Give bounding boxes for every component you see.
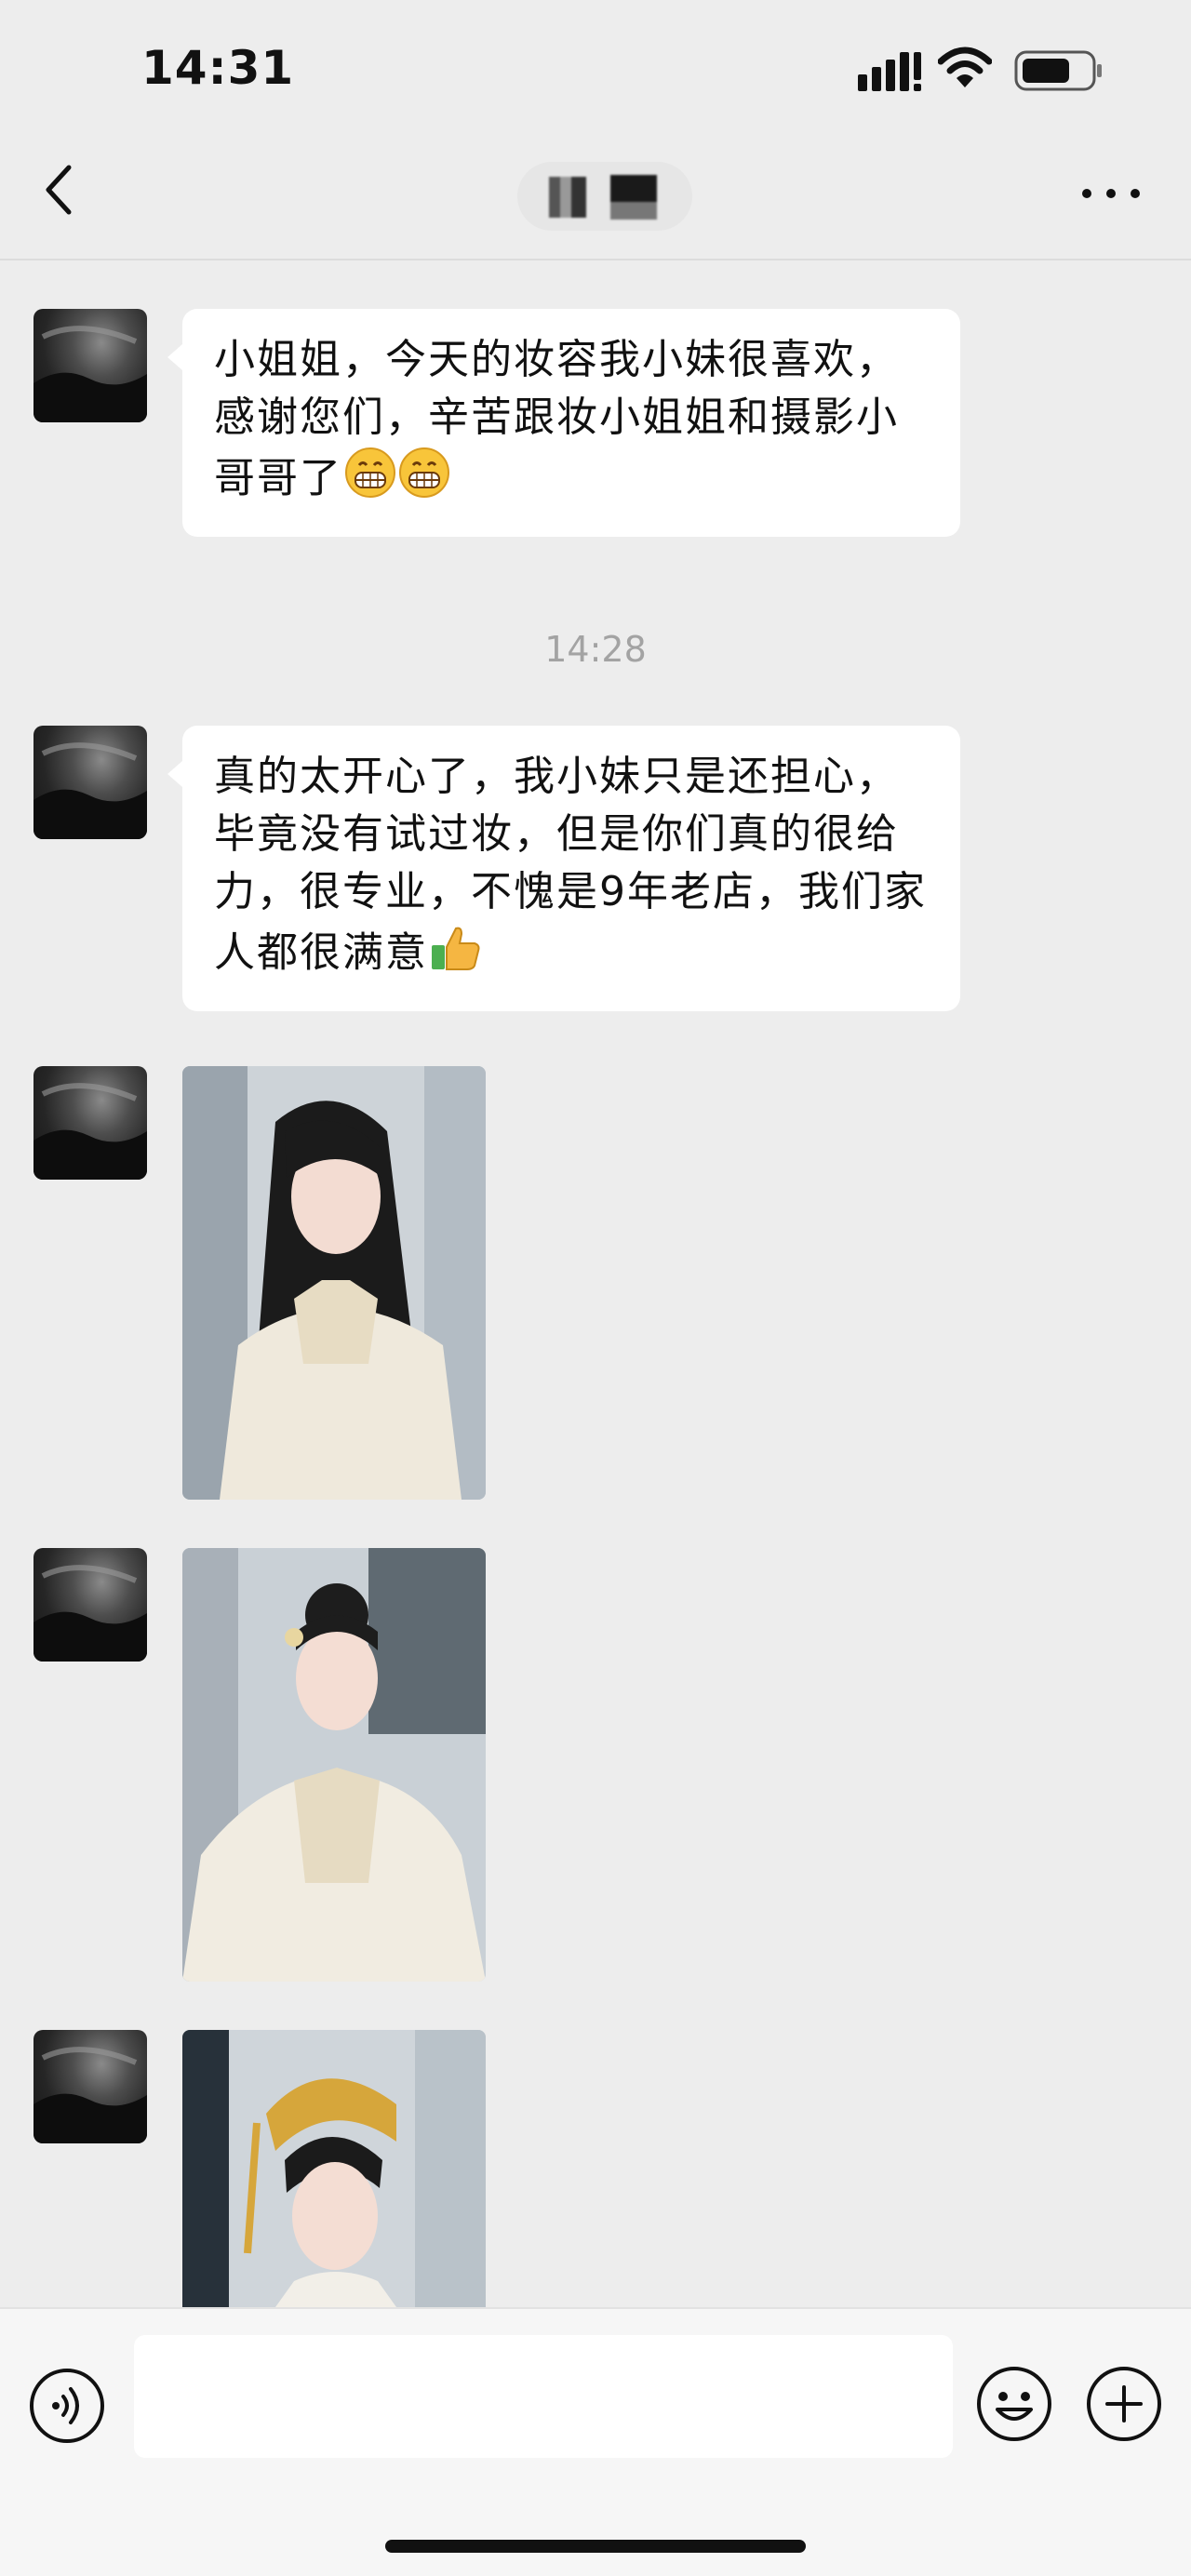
avatar[interactable]: [33, 309, 147, 422]
blurred-name-part: [549, 177, 586, 218]
home-indicator: [385, 2540, 806, 2553]
avatar[interactable]: [33, 1548, 147, 1662]
nav-divider: [0, 259, 1191, 260]
message-bubble[interactable]: 真的太开心了，我小妹只是还担心，毕竟没有试过妆，但是你们真的很给力，很专业，不愧…: [167, 726, 960, 1011]
image-message[interactable]: [182, 1066, 486, 1500]
thumbs-up-emoji-icon: [430, 921, 482, 989]
image-message[interactable]: [182, 2030, 486, 2307]
avatar[interactable]: [33, 1066, 147, 1180]
image-message[interactable]: [182, 1548, 486, 1982]
bride-photo: [182, 1066, 486, 1500]
grin-emoji-icon: [344, 447, 396, 514]
time-separator: 14:28: [544, 629, 647, 670]
blurred-name-part: [610, 175, 657, 220]
bride-photo: [182, 1548, 486, 1982]
avatar[interactable]: [33, 2030, 147, 2143]
message-text: 真的太开心了，我小妹只是还担心，毕竟没有试过妆，但是你们真的很给力，很专业，不愧…: [214, 753, 927, 977]
message-bubble[interactable]: 小姐姐，今天的妆容我小妹很喜欢，感谢您们，辛苦跟妆小姐姐和摄影小哥哥了: [167, 309, 960, 537]
smiley-icon[interactable]: [975, 2365, 1053, 2443]
grin-emoji-icon: [398, 447, 450, 514]
message-text: 小姐姐，今天的妆容我小妹很喜欢，感谢您们，辛苦跟妆小姐姐和摄影小哥哥了: [214, 336, 899, 502]
voice-icon[interactable]: [28, 2367, 106, 2445]
plus-icon[interactable]: [1085, 2365, 1163, 2443]
chat-title: [517, 162, 692, 231]
wifi-icon: [938, 47, 992, 87]
back-chevron-icon[interactable]: [41, 162, 78, 218]
more-dots-icon[interactable]: [1079, 184, 1143, 203]
battery-icon: [1014, 50, 1102, 91]
status-time: 14:31: [141, 41, 295, 95]
message-input[interactable]: [134, 2335, 953, 2458]
signal-icon: [858, 52, 921, 91]
avatar[interactable]: [33, 726, 147, 839]
bride-photo: [182, 2030, 486, 2307]
